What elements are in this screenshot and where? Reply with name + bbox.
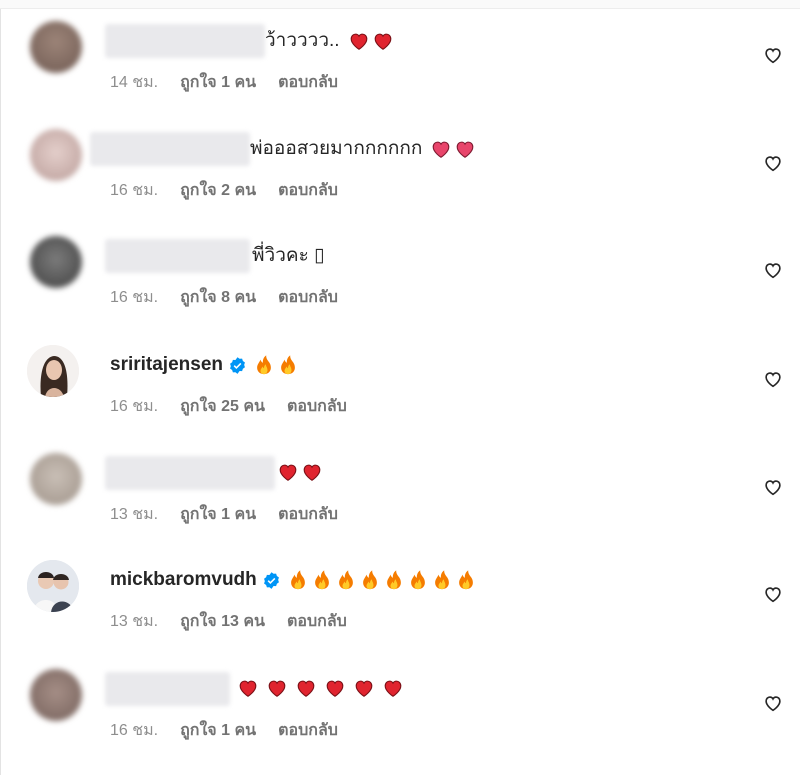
- likes-count[interactable]: ถูกใจ 13 คน: [180, 609, 265, 634]
- heart-emoji: [350, 33, 367, 50]
- likes-count[interactable]: ถูกใจ 8 คน: [180, 285, 256, 310]
- heart-outline-icon[interactable]: [762, 44, 784, 66]
- avatar[interactable]: [30, 453, 82, 505]
- emoji-group: [287, 569, 477, 591]
- avatar[interactable]: [27, 560, 79, 612]
- pink-heart-emoji: [433, 141, 450, 158]
- username-blurred[interactable]: [105, 239, 250, 273]
- comment-item: พ่อออสวยมากกกกกก 16 ชม. ถูกใจ 2 คน ตอบกล…: [0, 122, 800, 230]
- fire-emoji: [386, 570, 401, 590]
- heart-outline-icon[interactable]: [762, 259, 784, 281]
- verified-badge-icon: [230, 356, 245, 374]
- comment-time: 16 ชม.: [110, 722, 159, 739]
- reply-button[interactable]: ตอบกลับ: [278, 718, 338, 743]
- reply-button[interactable]: ตอบกลับ: [287, 394, 347, 419]
- heart-emoji: [239, 680, 257, 697]
- emoji-group: [348, 30, 394, 52]
- comment-meta: 16 ชม. ถูกใจ 25 คน ตอบกลับ: [110, 394, 347, 419]
- emoji-group: [237, 677, 404, 699]
- username-blurred[interactable]: [105, 672, 230, 706]
- reply-button[interactable]: ตอบกลับ: [278, 178, 338, 203]
- fire-emoji: [410, 570, 425, 590]
- emoji-group: [430, 138, 476, 160]
- fire-emoji: [257, 355, 271, 375]
- fire-emoji: [434, 570, 449, 590]
- avatar[interactable]: [30, 21, 82, 73]
- heart-outline-icon[interactable]: [762, 583, 784, 605]
- heart-outline-icon[interactable]: [762, 476, 784, 498]
- comment-time: 16 ชม.: [110, 398, 159, 415]
- comment-item: พี่วิวคะ ▯ 16 ชม. ถูกใจ 8 คน ตอบกลับ: [0, 229, 800, 337]
- heart-outline-icon[interactable]: [762, 692, 784, 714]
- likes-count[interactable]: ถูกใจ 25 คน: [180, 394, 265, 419]
- comment-item: mickbaromvudh 13 ชม. ถูกใจ 13 คน ตอบกลับ: [0, 553, 800, 661]
- comment-meta: 16 ชม. ถูกใจ 2 คน ตอบกลับ: [110, 178, 338, 203]
- heart-emoji: [279, 464, 297, 481]
- comment-meta: 16 ชม. ถูกใจ 8 คน ตอบกลับ: [110, 285, 338, 310]
- verified-badge-icon: [263, 571, 279, 589]
- heart-emoji: [355, 680, 373, 697]
- heart-outline-icon[interactable]: [762, 152, 784, 174]
- reply-button[interactable]: ตอบกลับ: [278, 502, 338, 527]
- username-blurred[interactable]: [105, 24, 265, 58]
- emoji-group: [253, 354, 299, 376]
- heart-emoji: [374, 33, 391, 50]
- heart-emoji: [384, 680, 402, 697]
- username[interactable]: mickbaromvudh: [110, 568, 257, 592]
- comment-text: พี่วิวคะ ▯: [252, 245, 325, 266]
- likes-count[interactable]: ถูกใจ 1 คน: [180, 718, 256, 743]
- username-blurred[interactable]: [90, 132, 250, 166]
- comment-item: sriritajensen 16 ชม. ถูกใจ 25 คน ตอบกลับ: [0, 338, 800, 446]
- avatar[interactable]: [27, 345, 79, 397]
- comment-meta: 13 ชม. ถูกใจ 13 คน ตอบกลับ: [110, 609, 347, 634]
- profile-photo: [27, 345, 79, 397]
- comment-time: 13 ชม.: [110, 613, 159, 630]
- top-border: [0, 0, 800, 9]
- fire-emoji: [458, 570, 473, 590]
- heart-emoji: [268, 680, 286, 697]
- fire-emoji: [281, 355, 295, 375]
- comment-time: 14 ชม.: [110, 74, 159, 91]
- heart-emoji: [326, 680, 344, 697]
- reply-button[interactable]: ตอบกลับ: [278, 70, 338, 95]
- emoji-group: [277, 461, 323, 483]
- reply-button[interactable]: ตอบกลับ: [278, 285, 338, 310]
- reply-button[interactable]: ตอบกลับ: [287, 609, 347, 634]
- fire-emoji: [362, 570, 377, 590]
- avatar[interactable]: [30, 236, 82, 288]
- fire-emoji: [314, 570, 329, 590]
- likes-count[interactable]: ถูกใจ 1 คน: [180, 70, 256, 95]
- comment-meta: 16 ชม. ถูกใจ 1 คน ตอบกลับ: [110, 718, 338, 743]
- comment-time: 13 ชม.: [110, 506, 159, 523]
- comment-meta: 13 ชม. ถูกใจ 1 คน ตอบกลับ: [110, 502, 338, 527]
- comment-item: ว้าวววว.. 14 ชม. ถูกใจ 1 คน ตอบกลับ: [0, 14, 800, 122]
- comment-meta: 14 ชม. ถูกใจ 1 คน ตอบกลับ: [110, 70, 338, 95]
- comment-time: 16 ชม.: [110, 289, 159, 306]
- heart-outline-icon[interactable]: [762, 368, 784, 390]
- profile-photo: [27, 560, 79, 612]
- comment-text: ว้าวววว..: [265, 30, 340, 51]
- comment-time: 16 ชม.: [110, 182, 159, 199]
- avatar[interactable]: [30, 129, 82, 181]
- fire-emoji: [338, 570, 353, 590]
- fire-emoji: [290, 570, 305, 590]
- comment-item: 16 ชม. ถูกใจ 1 คน ตอบกลับ: [0, 662, 800, 770]
- avatar[interactable]: [30, 669, 82, 721]
- likes-count[interactable]: ถูกใจ 2 คน: [180, 178, 256, 203]
- heart-emoji: [303, 464, 321, 481]
- username[interactable]: sriritajensen: [110, 353, 223, 377]
- username-blurred[interactable]: [105, 456, 275, 490]
- pink-heart-emoji: [457, 141, 474, 158]
- likes-count[interactable]: ถูกใจ 1 คน: [180, 502, 256, 527]
- comment-item: 13 ชม. ถูกใจ 1 คน ตอบกลับ: [0, 446, 800, 554]
- heart-emoji: [297, 680, 315, 697]
- comment-text: พ่อออสวยมากกกกกก: [250, 138, 423, 159]
